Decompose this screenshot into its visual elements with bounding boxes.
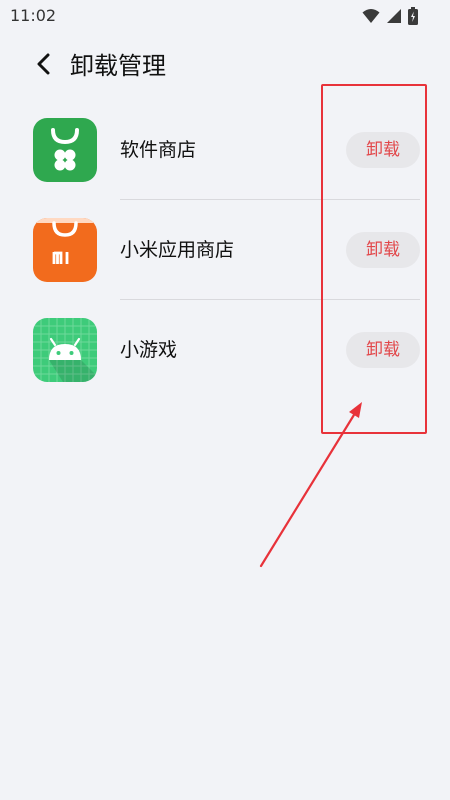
wifi-icon xyxy=(362,8,380,28)
mi-app-store-icon[interactable] xyxy=(33,218,97,282)
header: 卸载管理 xyxy=(0,44,450,88)
back-chevron-icon xyxy=(35,53,53,79)
battery-icon xyxy=(408,7,418,29)
status-time: 11:02 xyxy=(10,6,57,25)
status-bar: 11:02 xyxy=(0,0,450,32)
app-name: 小游戏 xyxy=(120,339,178,361)
app-name: 软件商店 xyxy=(120,139,197,161)
software-store-icon[interactable] xyxy=(33,118,97,182)
annotation-highlight-box xyxy=(321,84,427,434)
android-game-icon[interactable] xyxy=(33,318,97,382)
status-icons xyxy=(362,7,418,29)
signal-icon xyxy=(386,8,402,28)
back-button[interactable] xyxy=(28,50,60,82)
page-title: 卸载管理 xyxy=(70,52,166,80)
app-name: 小米应用商店 xyxy=(120,239,235,261)
